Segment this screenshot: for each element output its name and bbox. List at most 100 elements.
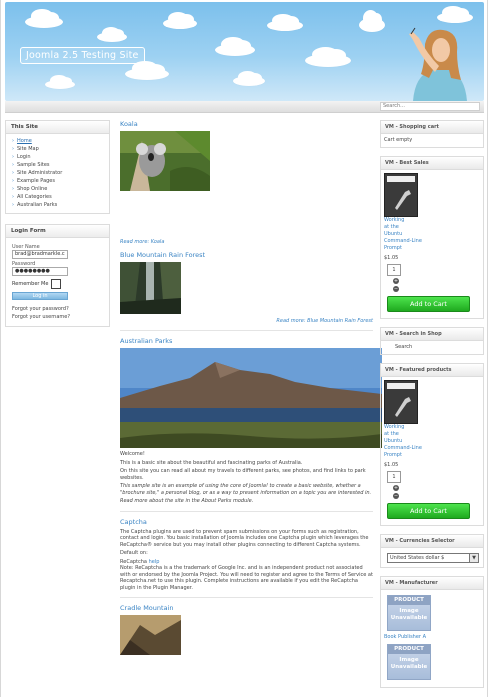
module-title: VM - Featured products <box>381 364 483 377</box>
quantity-minus-button[interactable]: − <box>393 286 399 292</box>
quantity-minus-button[interactable]: − <box>393 493 399 499</box>
article-text: Note: ReCaptcha is a the trademark of Go… <box>120 565 373 591</box>
left-sidebar: This Site Home Site Map Login Sample Sit… <box>5 120 110 337</box>
product-price: $1.05 <box>384 462 399 468</box>
cloud <box>45 75 75 89</box>
readmore-link[interactable]: Read more: Koala <box>120 239 373 245</box>
article-text: This sample site is an example of using … <box>120 483 372 496</box>
cradle-mountain-image <box>120 615 181 655</box>
article-title[interactable]: Captcha <box>120 518 373 526</box>
menu-item-all-categories[interactable]: All Categories <box>12 193 103 201</box>
product-link[interactable]: Working at the Ubuntu Command-Line Promp… <box>384 217 480 252</box>
product-link[interactable]: Working at the Ubuntu Command-Line Promp… <box>384 424 480 459</box>
quantity-input[interactable]: 1 <box>387 471 401 483</box>
module-title: VM - Search in Shop <box>381 328 483 341</box>
site-title[interactable]: Joomla 2.5 Testing Site <box>20 47 145 64</box>
username-field[interactable]: brad@bradmarkle.c <box>12 250 68 259</box>
remember-me-checkbox[interactable] <box>51 279 62 289</box>
cloud <box>437 5 473 23</box>
recaptcha-label: ReCaptcha <box>120 558 147 565</box>
manufacturer-module: VM - Manufacturer PRODUCT Image Unavaila… <box>380 576 484 688</box>
right-sidebar: VM - Shopping cart Cart empty VM - Best … <box>380 120 484 696</box>
module-title: Login Form <box>6 225 109 238</box>
shopping-cart-module: VM - Shopping cart Cart empty <box>380 120 484 148</box>
menu-item-login[interactable]: Login <box>12 153 103 161</box>
article-blue-mountain: Blue Mountain Rain Forest Read more: Blu… <box>120 251 373 324</box>
article-title[interactable]: Cradle Mountain <box>120 604 373 612</box>
article-captcha: Captcha The Captcha plugins are used to … <box>120 518 373 592</box>
menu-item-australian-parks[interactable]: Australian Parks <box>12 201 103 209</box>
search-shop-module: VM - Search in Shop Search <box>380 327 484 355</box>
header-toolbar: Search... <box>5 101 484 113</box>
add-to-cart-button[interactable]: Add to Cart <box>387 296 470 312</box>
currency-select[interactable]: United States dollar $ ▼ <box>387 553 479 563</box>
product-price: $1.05 <box>384 255 399 261</box>
product-unavailable-image[interactable]: PRODUCT Image Unavailable <box>387 644 431 680</box>
article-text: This is a basic site about the beautiful… <box>120 459 303 466</box>
cart-status: Cart empty <box>384 137 413 143</box>
site-menu: Home Site Map Login Sample Sites Site Ad… <box>6 134 109 213</box>
login-form-module: Login Form User Name brad@bradmarkle.c P… <box>5 224 110 327</box>
module-title: VM - Shopping cart <box>381 121 483 134</box>
article-text: The Captcha plugins are used to prevent … <box>120 528 369 548</box>
cloud <box>267 13 303 31</box>
menu-item-site-map[interactable]: Site Map <box>12 145 103 153</box>
woman-illustration <box>409 27 467 101</box>
product-image[interactable] <box>384 380 418 424</box>
chevron-down-icon: ▼ <box>469 554 478 562</box>
quantity-input[interactable]: 1 <box>387 264 401 276</box>
shop-search-input[interactable]: Search <box>381 341 483 354</box>
article-title[interactable]: Australian Parks <box>120 337 373 345</box>
remember-me-label: Remember Me <box>12 281 49 287</box>
module-title: VM - Best Sales <box>381 157 483 170</box>
manufacturer-link[interactable]: Book Publisher A <box>384 634 480 641</box>
cloud <box>305 46 351 67</box>
article-text: Default on: <box>120 550 148 556</box>
parks-image <box>120 348 382 448</box>
article-text: On this site you can read all about my t… <box>120 468 366 481</box>
koala-image <box>120 131 210 191</box>
cloud <box>125 61 169 80</box>
add-to-cart-button[interactable]: Add to Cart <box>387 503 470 519</box>
article-title[interactable]: Blue Mountain Rain Forest <box>120 251 373 259</box>
quantity-plus-button[interactable]: + <box>393 278 399 284</box>
help-link[interactable]: help <box>149 559 160 565</box>
quantity-plus-button[interactable]: + <box>393 485 399 491</box>
article-text: Read more about the site in the About Pa… <box>120 498 254 504</box>
module-title: VM - Currencies Selector <box>381 535 483 548</box>
cloud <box>233 70 265 86</box>
featured-products-module: VM - Featured products Working at the Ub… <box>380 363 484 526</box>
article-koala: Koala Read more: Koala <box>120 120 373 245</box>
cloud <box>215 37 255 56</box>
product-unavailable-image[interactable]: PRODUCT Image Unavailable <box>387 595 431 631</box>
top-search-input[interactable]: Search... <box>380 102 480 111</box>
product-image[interactable] <box>384 173 418 217</box>
cloud <box>97 26 127 42</box>
module-title: This Site <box>6 121 109 134</box>
this-site-module: This Site Home Site Map Login Sample Sit… <box>5 120 110 214</box>
cloud <box>25 9 63 28</box>
page: Joomla 2.5 Testing Site Search... This S… <box>0 0 488 697</box>
site-header: Joomla 2.5 Testing Site <box>5 2 484 101</box>
currencies-module: VM - Currencies Selector United States d… <box>380 534 484 568</box>
main-content: Koala Read more: Koala Blue Mountain Rai… <box>120 120 382 661</box>
menu-item-shop-online[interactable]: Shop Online <box>12 185 103 193</box>
menu-item-home[interactable]: Home <box>12 137 103 145</box>
article-text: Welcome! <box>120 451 145 457</box>
password-field[interactable]: ●●●●●●●● <box>12 267 68 276</box>
article-cradle-mountain: Cradle Mountain <box>120 604 373 655</box>
login-button[interactable]: Log in <box>12 292 68 300</box>
forgot-username-link[interactable]: Forgot your username? <box>12 313 103 321</box>
forgot-password-link[interactable]: Forgot your password? <box>12 305 103 313</box>
cloud <box>163 11 197 29</box>
article-title[interactable]: Koala <box>120 120 373 128</box>
menu-item-sample-sites[interactable]: Sample Sites <box>12 161 103 169</box>
readmore-link[interactable]: Read more: Blue Mountain Rain Forest <box>120 318 373 324</box>
module-title: VM - Manufacturer <box>381 577 483 590</box>
menu-item-example-pages[interactable]: Example Pages <box>12 177 103 185</box>
best-sales-module: VM - Best Sales Working at the Ubuntu Co… <box>380 156 484 319</box>
smiley-cloud <box>359 10 385 32</box>
menu-item-site-administrator[interactable]: Site Administrator <box>12 169 103 177</box>
rainforest-image <box>120 262 181 314</box>
article-australian-parks: Australian Parks Welcome! This is a basi… <box>120 337 382 505</box>
